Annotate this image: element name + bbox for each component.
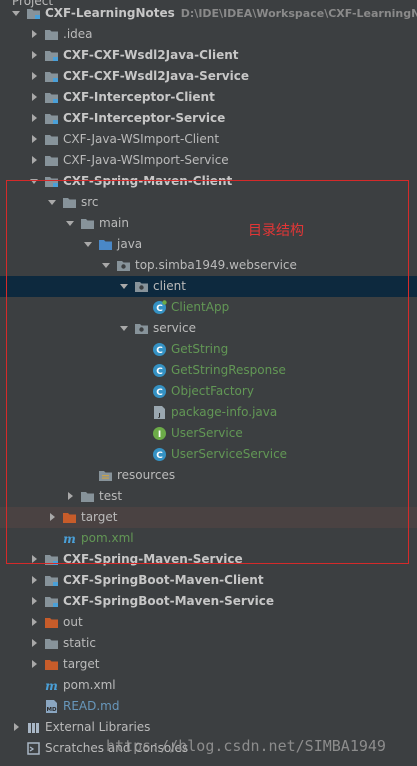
tree-row-readme[interactable]: MD READ.md (0, 696, 417, 717)
tree-row-static[interactable]: static (0, 633, 417, 654)
tree-row-label: .idea (63, 27, 93, 41)
tree-row-wsdl2java-service[interactable]: CXF-CXF-Wsdl2Java-Service (0, 66, 417, 87)
chevron-right-icon[interactable] (28, 658, 40, 670)
scratches-icon (26, 741, 41, 756)
tree-row-label: External Libraries (45, 720, 151, 734)
tree-row-label: CXF-SpringBoot-Maven-Service (63, 594, 275, 608)
chevron-right-icon[interactable] (28, 91, 40, 103)
svg-text:MD: MD (46, 707, 56, 713)
chevron-right-icon[interactable] (28, 574, 40, 586)
maven-icon: m (44, 678, 59, 693)
excluded-folder-icon (44, 615, 59, 630)
tree-row-interceptor-client[interactable]: CXF-Interceptor-Client (0, 87, 417, 108)
module-folder-icon (44, 90, 59, 105)
chevron-right-icon[interactable] (28, 616, 40, 628)
module-folder-icon (26, 6, 41, 21)
tree-row-wsdl2java-client[interactable]: CXF-CXF-Wsdl2Java-Client (0, 45, 417, 66)
tree-row-idea[interactable]: .idea (0, 24, 417, 45)
excluded-folder-icon (44, 657, 59, 672)
tree-row-out[interactable]: out (0, 612, 417, 633)
chevron-right-icon[interactable] (10, 721, 22, 733)
tree-row-label: CXF-Java-WSImport-Service (63, 153, 229, 167)
module-folder-icon (44, 111, 59, 126)
markdown-icon: MD (44, 699, 59, 714)
tree-row-label: CXF-LearningNotes D:\IDE\IDEA\Workspace\C… (45, 6, 417, 21)
chevron-right-icon[interactable] (28, 28, 40, 40)
folder-icon (44, 153, 59, 168)
tree-row-external-libraries[interactable]: External Libraries (0, 717, 417, 738)
folder-icon (44, 27, 59, 42)
chevron-right-icon[interactable] (28, 112, 40, 124)
chevron-right-icon[interactable] (28, 154, 40, 166)
tree-row-label: out (63, 615, 83, 629)
chevron-right-icon[interactable] (28, 637, 40, 649)
tree-row-wsimport-client[interactable]: CXF-Java-WSImport-Client (0, 129, 417, 150)
tree-row-springboot-maven-service[interactable]: CXF-SpringBoot-Maven-Service (0, 591, 417, 612)
tree-row-label: READ.md (63, 699, 120, 713)
tree-row-label: CXF-CXF-Wsdl2Java-Service (63, 69, 249, 83)
tree-row-label: target (63, 657, 100, 671)
highlight-box (6, 180, 409, 564)
chevron-right-icon[interactable] (28, 49, 40, 61)
tree-row-label: CXF-SpringBoot-Maven-Client (63, 573, 264, 587)
chevron-right-icon[interactable] (28, 133, 40, 145)
tree-row-label: static (63, 636, 96, 650)
project-path: D:\IDE\IDEA\Workspace\CXF-LearningNc (180, 7, 417, 20)
svg-text:m: m (45, 679, 58, 693)
module-folder-icon (44, 48, 59, 63)
libraries-icon (26, 720, 41, 735)
tree-row-springboot-maven-client[interactable]: CXF-SpringBoot-Maven-Client (0, 570, 417, 591)
watermark: https://blog.csdn.net/SIMBA1949 (106, 737, 386, 755)
chevron-right-icon[interactable] (28, 595, 40, 607)
tree-row-label: CXF-Interceptor-Service (63, 111, 226, 125)
annotation-label: 目录结构 (248, 223, 304, 239)
folder-icon (44, 636, 59, 651)
tree-row-root[interactable]: CXF-LearningNotes D:\IDE\IDEA\Workspace\C… (0, 3, 417, 24)
tree-row-interceptor-service[interactable]: CXF-Interceptor-Service (0, 108, 417, 129)
tree-row-label: CXF-Interceptor-Client (63, 90, 215, 104)
module-folder-icon (44, 573, 59, 588)
tree-row-label: CXF-Java-WSImport-Client (63, 132, 220, 146)
module-folder-icon (44, 594, 59, 609)
tree-row-pom-root[interactable]: m pom.xml (0, 675, 417, 696)
module-folder-icon (44, 69, 59, 84)
tree-row-label: CXF-CXF-Wsdl2Java-Client (63, 48, 239, 62)
tree-row-wsimport-service[interactable]: CXF-Java-WSImport-Service (0, 150, 417, 171)
tree-row-target-root[interactable]: target (0, 654, 417, 675)
chevron-down-icon[interactable] (10, 7, 22, 19)
chevron-right-icon[interactable] (28, 70, 40, 82)
folder-icon (44, 132, 59, 147)
tree-row-label: pom.xml (63, 678, 116, 692)
